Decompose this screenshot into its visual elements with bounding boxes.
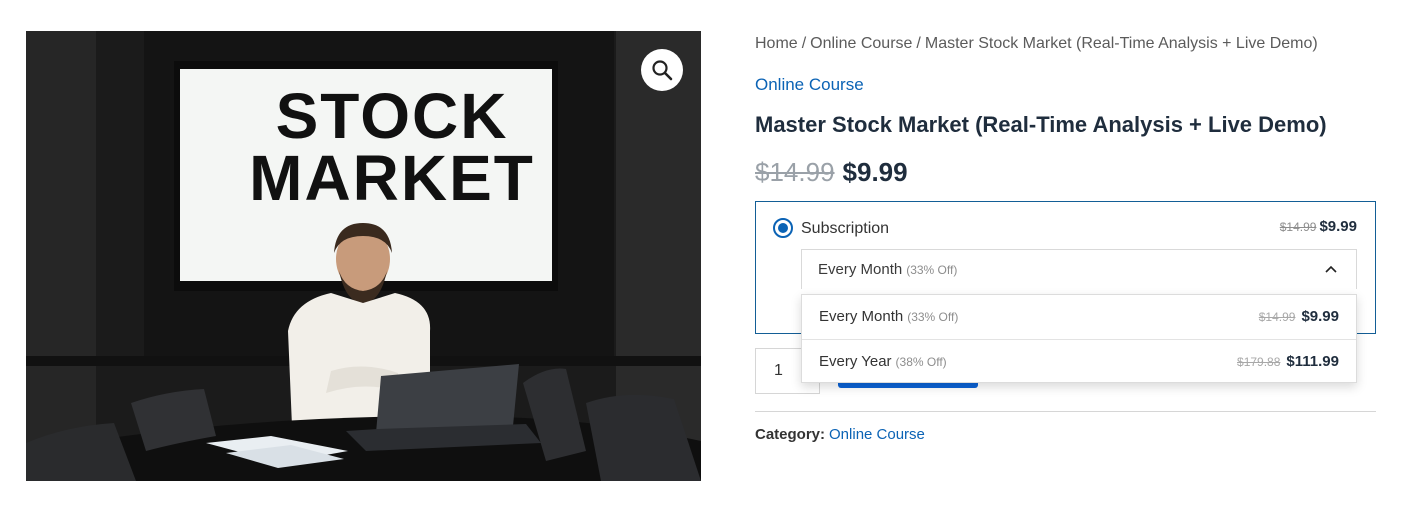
subscription-price-sale: $9.99	[1319, 218, 1357, 235]
option-price-sale: $9.99	[1301, 308, 1339, 325]
option-name: Every Month	[819, 308, 904, 325]
breadcrumb-current: Master Stock Market (Real-Time Analysis …	[924, 35, 1318, 52]
divider	[755, 411, 1376, 412]
subscription-radio[interactable]	[773, 218, 793, 238]
price-sale: $9.99	[842, 157, 908, 187]
billing-period-dropdown: Every Month (33% Off) $14.99 $9.99 Every Y…	[801, 294, 1357, 383]
billing-period-select[interactable]: Every Month (33% Off)	[801, 249, 1357, 289]
option-price: $179.88 $111.99	[1237, 353, 1339, 371]
option-price-sale: $111.99	[1286, 353, 1339, 370]
zoom-button[interactable]	[641, 49, 683, 91]
chevron-up-icon	[1325, 265, 1337, 273]
option-name: Every Year	[819, 353, 892, 370]
option-discount: (33% Off)	[907, 310, 959, 324]
subscription-price: $14.99 $9.99	[1280, 218, 1357, 236]
option-label: Every Year (38% Off)	[819, 353, 947, 370]
subscription-price-original: $14.99	[1279, 220, 1317, 234]
breadcrumb-online-course[interactable]: Online Course	[810, 35, 912, 52]
billing-period-selected-label: Every Month	[818, 261, 903, 278]
option-price: $14.99 $9.99	[1259, 308, 1339, 326]
category-value-link[interactable]: Online Course	[829, 426, 925, 443]
product-category-link[interactable]: Online Course	[755, 75, 864, 95]
billing-option-every-month[interactable]: Every Month (33% Off) $14.99 $9.99	[802, 295, 1356, 339]
sign-line-stock: STOCK	[275, 80, 509, 152]
product-price: $14.99 $9.99	[755, 157, 908, 188]
option-discount: (38% Off)	[895, 355, 947, 369]
billing-period-selected-discount: (33% Off)	[906, 263, 958, 277]
sign-line-market: MARKET	[249, 142, 535, 214]
breadcrumb: Home / Online Course / Master Stock Market (…	[755, 35, 1318, 53]
breadcrumb-home[interactable]: Home	[755, 35, 798, 52]
breadcrumb-separator: /	[916, 35, 921, 52]
price-original: $14.99	[755, 157, 835, 187]
category-key: Category:	[755, 426, 826, 443]
product-meta: Category: Online Course	[755, 426, 925, 443]
subscription-label: Subscription	[801, 220, 890, 237]
magnifier-icon	[652, 60, 673, 81]
option-price-original: $14.99	[1258, 310, 1296, 324]
option-label: Every Month (33% Off)	[819, 308, 958, 325]
option-price-original: $179.88	[1237, 355, 1281, 369]
breadcrumb-separator: /	[801, 35, 807, 52]
billing-period-value: Every Month (33% Off)	[818, 261, 957, 278]
billing-option-every-year[interactable]: Every Year (38% Off) $179.88 $111.99	[802, 339, 1356, 383]
product-image: STOCK MARKET	[26, 31, 701, 481]
product-title: Master Stock Market (Real-Time Analysis …	[755, 112, 1327, 137]
